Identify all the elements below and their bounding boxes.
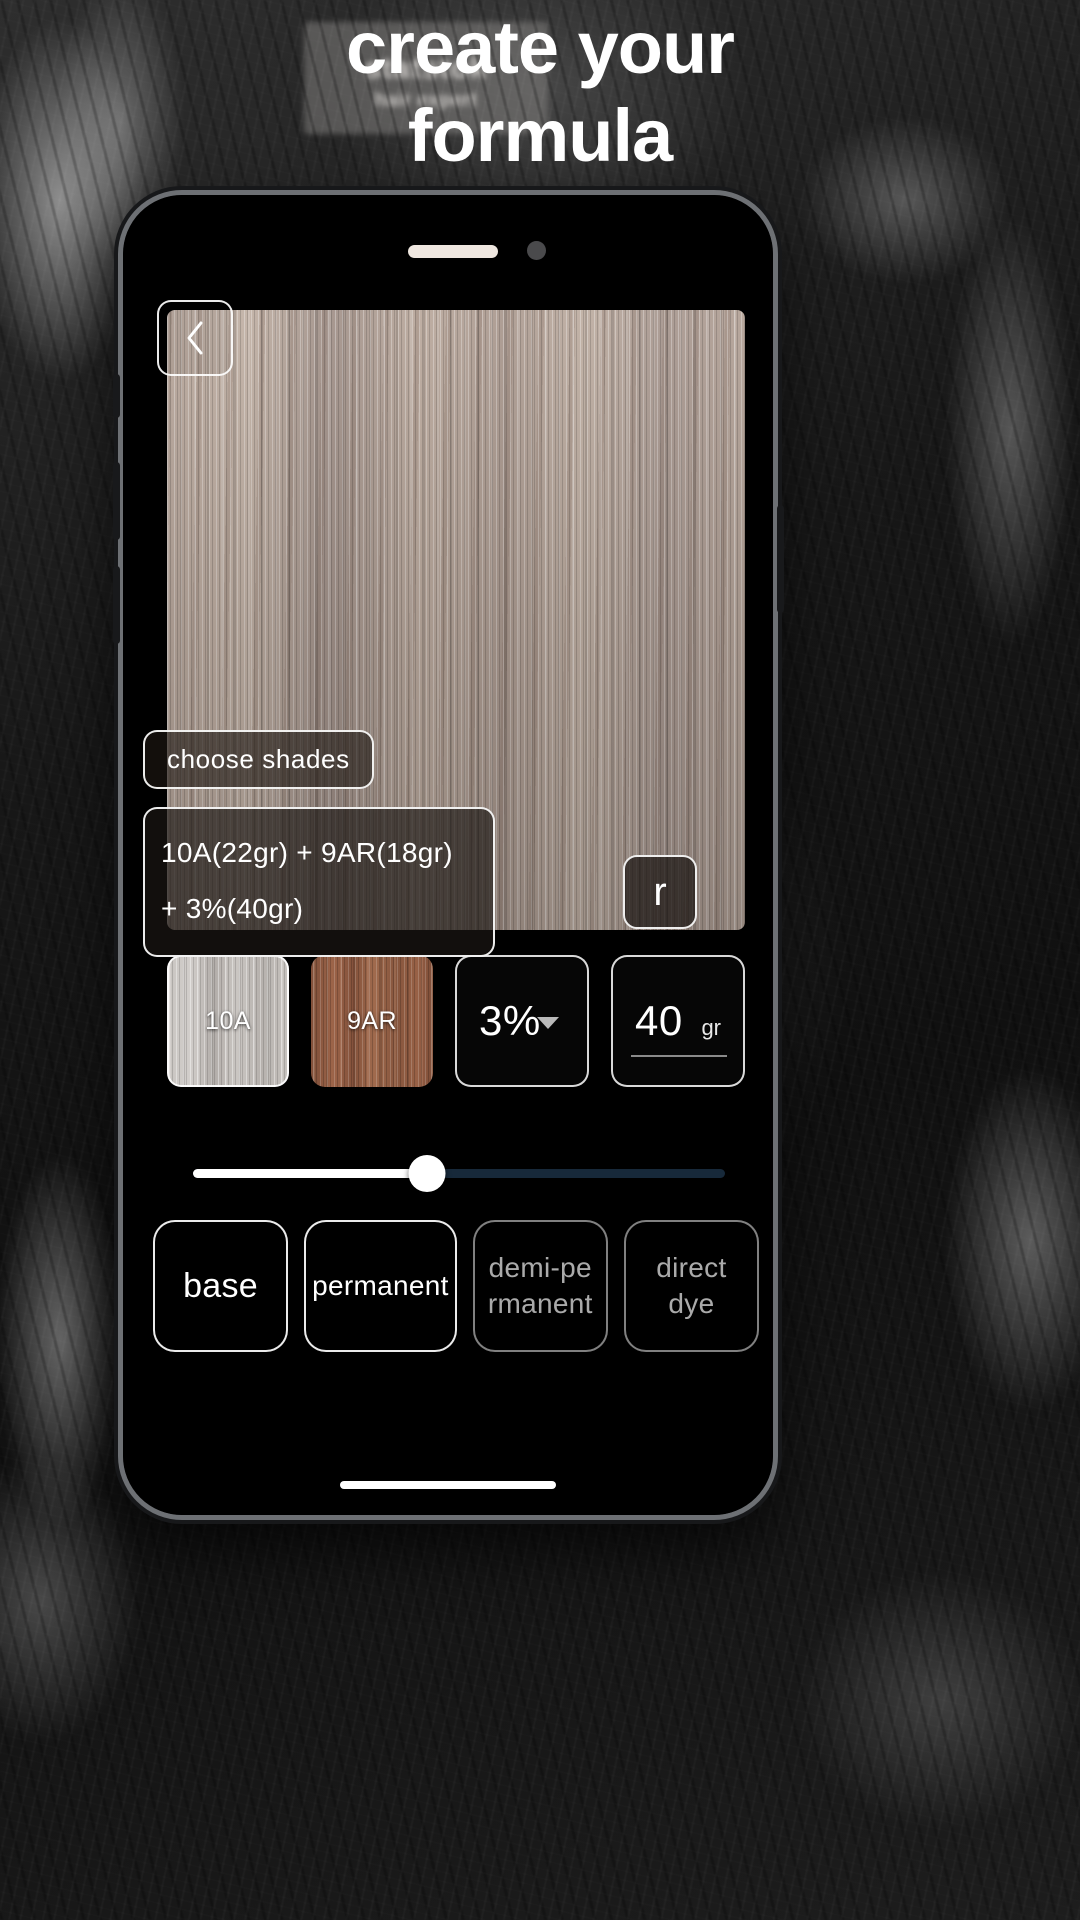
dose-input-underline bbox=[631, 1055, 727, 1057]
shade-swatch-10a[interactable]: 10A bbox=[167, 955, 289, 1087]
phone-volume-down-button[interactable] bbox=[113, 566, 120, 644]
shade-swatch-9ar[interactable]: 9AR bbox=[311, 955, 433, 1087]
dose-unit-label: gr bbox=[701, 1015, 721, 1040]
phone-screen: choose shades 10A(22gr) + 9AR(18gr) + 3%… bbox=[123, 195, 773, 1515]
phone-volume-up-button[interactable] bbox=[113, 462, 120, 540]
formula-text-box[interactable]: 10A(22gr) + 9AR(18gr) + 3%(40gr) bbox=[143, 807, 495, 957]
dose-amount-input[interactable]: 40 gr bbox=[611, 955, 745, 1087]
shade-swatch-label: 9AR bbox=[347, 1006, 397, 1035]
color-type-row: base permanent demi-pe rmanent direct dy… bbox=[153, 1220, 759, 1352]
headline-line-2: formula bbox=[407, 94, 673, 177]
type-button-permanent[interactable]: permanent bbox=[304, 1220, 457, 1352]
dose-amount-value: 40 bbox=[635, 997, 683, 1044]
type-button-base[interactable]: base bbox=[153, 1220, 289, 1352]
amount-slider[interactable] bbox=[193, 1153, 725, 1193]
front-camera-icon bbox=[527, 241, 546, 260]
phone-mockup: choose shades 10A(22gr) + 9AR(18gr) + 3%… bbox=[118, 190, 778, 1520]
type-button-demi-permanent[interactable]: demi-pe rmanent bbox=[472, 1220, 608, 1352]
shade-swatch-label: 10A bbox=[205, 1006, 251, 1035]
slider-fill bbox=[193, 1169, 428, 1178]
reset-button[interactable]: r bbox=[623, 855, 697, 929]
chevron-down-icon bbox=[537, 1017, 559, 1029]
choose-shades-button[interactable]: choose shades bbox=[143, 730, 374, 789]
phone-power-button[interactable] bbox=[777, 505, 784, 613]
slider-thumb[interactable] bbox=[408, 1155, 446, 1192]
page-title: create your formula bbox=[0, 4, 1080, 180]
shade-selection-row: 10A 9AR 3% 40 gr bbox=[167, 955, 745, 1087]
developer-percent-value: 3% bbox=[479, 997, 541, 1044]
headline-line-1: create your bbox=[346, 6, 735, 89]
back-button[interactable] bbox=[157, 300, 233, 376]
home-indicator[interactable] bbox=[340, 1481, 556, 1489]
type-button-direct-dye[interactable]: direct dye bbox=[623, 1220, 759, 1352]
chevron-left-icon bbox=[184, 320, 206, 356]
phone-mute-switch[interactable] bbox=[113, 374, 120, 418]
earpiece-speaker-icon bbox=[408, 245, 498, 258]
developer-percent-select[interactable]: 3% bbox=[455, 955, 589, 1087]
